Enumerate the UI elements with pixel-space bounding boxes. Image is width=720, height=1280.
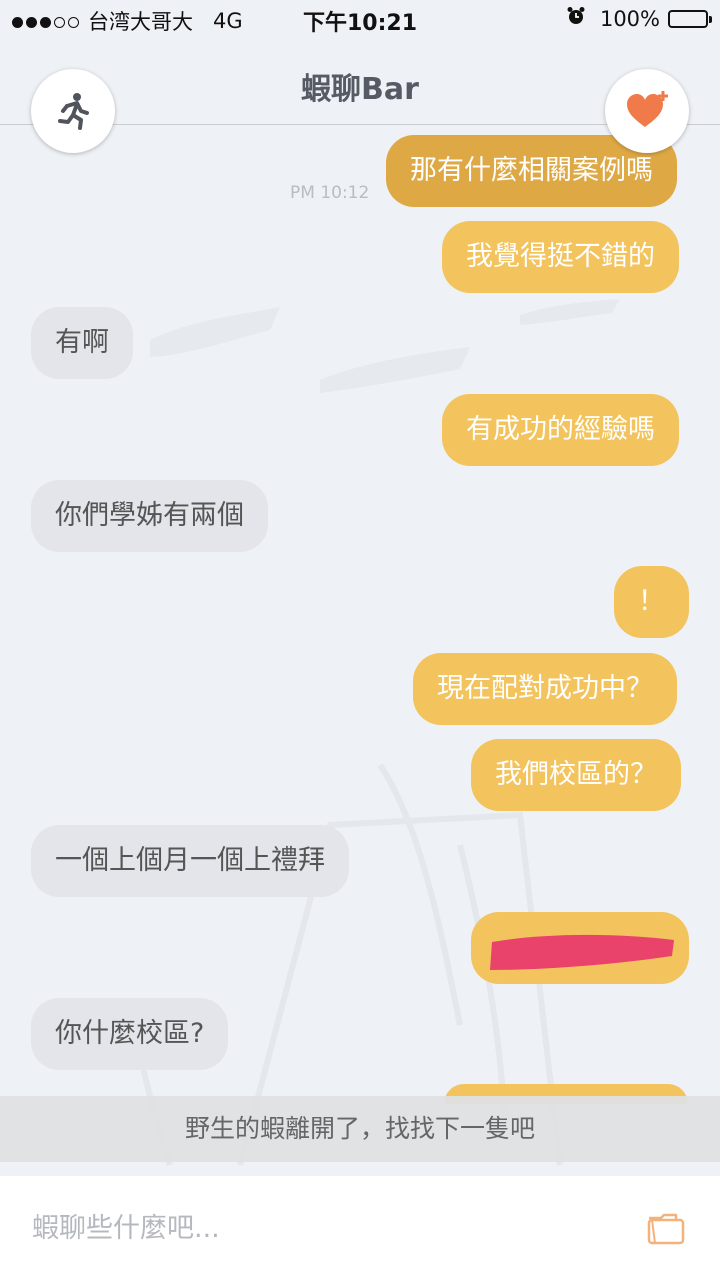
message-sent[interactable]: ！	[614, 566, 689, 638]
alarm-icon	[566, 6, 586, 31]
network-type: 4G	[213, 9, 243, 33]
message-timestamp: PM 10:12	[290, 183, 370, 203]
message-received[interactable]: 你什麼校區?	[31, 998, 229, 1070]
message-received[interactable]: 一個上個月一個上禮拜	[31, 825, 349, 897]
message-sent[interactable]: 現在配對成功中？	[413, 653, 677, 725]
carrier-name: 台湾大哥大	[88, 10, 193, 34]
battery-icon	[668, 9, 712, 28]
input-bar	[0, 1176, 720, 1280]
attach-button[interactable]	[646, 1210, 686, 1246]
message-sent[interactable]: 有成功的經驗嗎	[442, 394, 679, 466]
status-right: 100%	[566, 6, 712, 31]
message-input[interactable]	[32, 1204, 612, 1252]
heart-plus-icon	[627, 91, 668, 127]
message-received[interactable]: 有啊	[31, 307, 133, 379]
status-bar: 台湾大哥大 4G 下午10:21 100%	[0, 0, 720, 40]
battery-percent: 100%	[599, 6, 660, 31]
leave-chat-button[interactable]	[31, 69, 115, 153]
message-received[interactable]: 你們學姊有兩個	[31, 480, 268, 552]
redaction-scribble	[490, 934, 674, 970]
status-left: 台湾大哥大 4G	[12, 6, 243, 36]
message-sent[interactable]: 我們校區的？	[471, 739, 681, 811]
folder-icon	[647, 1213, 685, 1245]
running-man-icon	[58, 93, 89, 130]
partner-left-notice: 野生的蝦離開了，找找下一隻吧	[0, 1096, 720, 1162]
message-sent[interactable]: 我覺得挺不錯的	[442, 221, 679, 293]
like-button[interactable]	[605, 69, 689, 153]
signal-strength-icon	[12, 9, 82, 33]
